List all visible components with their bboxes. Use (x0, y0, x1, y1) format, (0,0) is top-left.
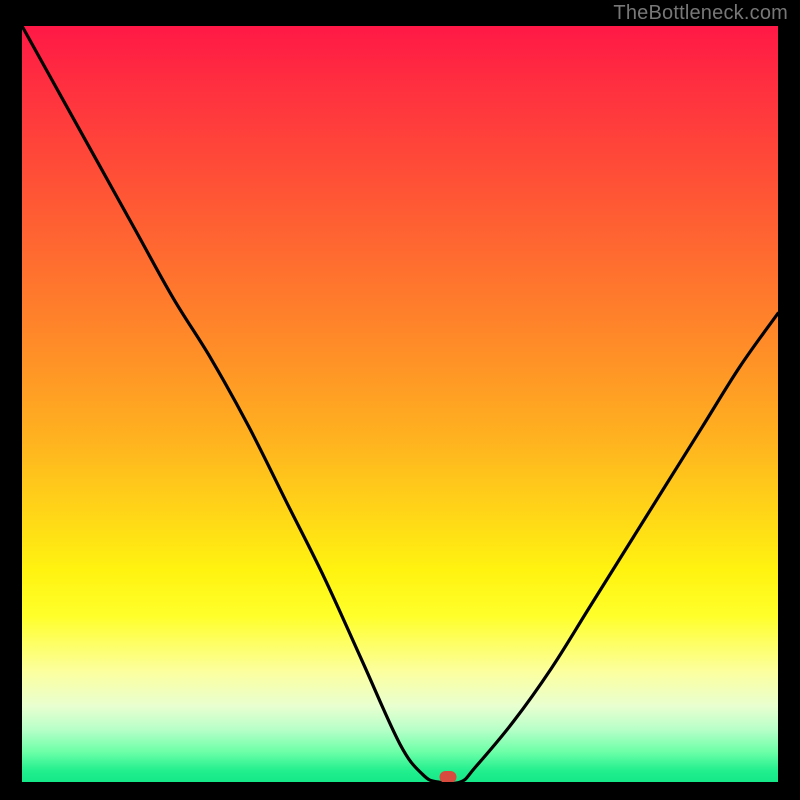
watermark-text: TheBottleneck.com (613, 2, 788, 25)
curve-svg (22, 26, 778, 782)
optimal-point-marker (439, 771, 456, 782)
plot-area (22, 26, 778, 782)
chart-frame: TheBottleneck.com (0, 0, 800, 800)
bottleneck-curve (22, 26, 778, 782)
